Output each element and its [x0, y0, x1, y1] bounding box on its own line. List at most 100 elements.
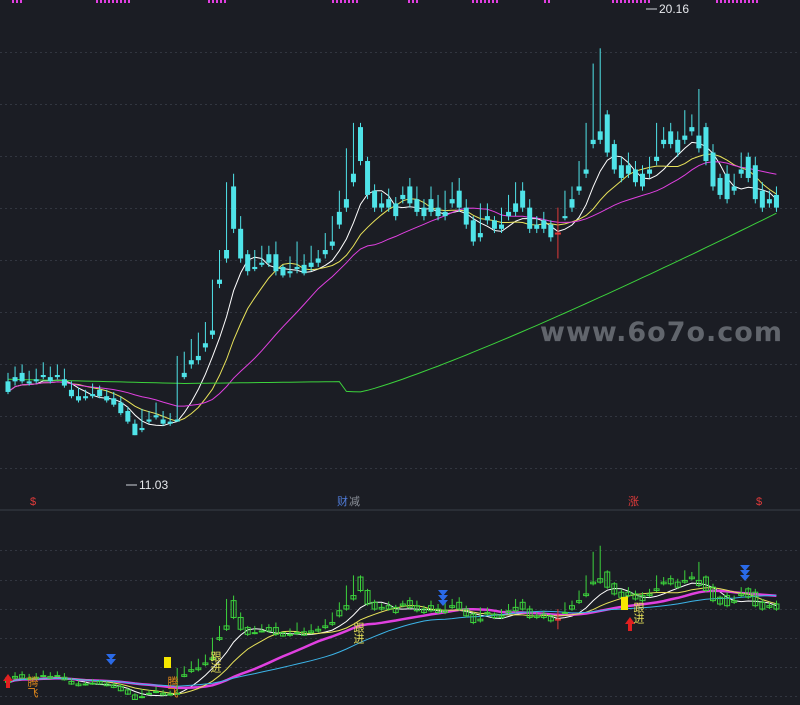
candle-body	[611, 144, 617, 170]
top-tick	[352, 0, 354, 3]
candle-body	[195, 355, 201, 361]
top-tick	[748, 0, 750, 3]
top-tick	[356, 0, 358, 3]
top-tick	[624, 0, 626, 3]
candle-body	[506, 211, 512, 217]
watermark: www.6o7o.com	[540, 317, 783, 348]
top-tick	[408, 0, 410, 3]
candle-body	[104, 396, 110, 401]
top-tick	[124, 0, 126, 3]
top-tick	[416, 0, 418, 3]
signal-label-genjin-2: 跟进	[352, 622, 365, 644]
candle-body	[696, 135, 702, 149]
candle-body	[484, 216, 490, 221]
top-tick	[736, 0, 738, 3]
candle-body	[47, 377, 53, 382]
candle-body	[379, 203, 385, 208]
candle-body	[83, 396, 89, 399]
top-tick	[108, 0, 110, 3]
high-price-label: 20.16	[659, 2, 689, 16]
candle-body	[308, 262, 314, 267]
top-tick	[716, 0, 718, 3]
top-tick	[116, 0, 118, 3]
candle-body	[33, 379, 39, 382]
signal-label-tengfei-1: 腾飞	[26, 675, 39, 698]
candle-body	[569, 199, 575, 208]
signal-label-tengfei-2: 腾飞	[166, 675, 179, 698]
candle-body	[597, 131, 603, 140]
top-tick	[96, 0, 98, 3]
top-tick	[740, 0, 742, 3]
candle-body	[358, 127, 363, 162]
up-arrow-1	[3, 674, 13, 688]
indicator-candles	[5, 545, 780, 700]
top-tick	[100, 0, 102, 3]
candle-body	[343, 199, 349, 208]
top-tick	[412, 0, 414, 3]
down-arrow-1	[106, 654, 116, 665]
candle-body	[456, 190, 462, 208]
candle-body	[90, 394, 96, 397]
candle-body	[26, 381, 32, 384]
candle-body	[350, 173, 356, 183]
candle-body	[5, 381, 11, 392]
candle-body	[393, 203, 399, 217]
top-tick	[632, 0, 634, 3]
main-signal-markers: $ 财 减 涨 $	[30, 494, 762, 508]
top-tick	[756, 0, 758, 3]
candle-body	[231, 186, 237, 229]
top-tick	[128, 0, 130, 3]
candle-body	[541, 220, 547, 229]
candle-body	[386, 199, 392, 208]
candle-body	[301, 264, 307, 274]
candle-body	[167, 421, 173, 424]
indicator-gridlines	[0, 550, 800, 697]
top-tick	[16, 0, 18, 3]
indicator-candle-body	[146, 692, 152, 695]
top-tick	[752, 0, 754, 3]
top-tick	[344, 0, 346, 3]
candle-body	[554, 232, 561, 235]
candle-body	[738, 169, 744, 174]
candle-body	[372, 190, 378, 208]
stock-chart: 20.16 11.03 $ 财 减 涨 $ 腾飞 腾飞 跟进 跟进 跟进 www…	[0, 0, 800, 705]
candle-body	[661, 139, 667, 145]
candle-body	[146, 419, 152, 422]
candle-body	[491, 220, 497, 229]
top-tick	[636, 0, 638, 3]
candle-body	[76, 396, 81, 401]
candle-body	[499, 224, 504, 229]
candle-body	[111, 398, 117, 405]
top-tick	[648, 0, 650, 3]
signal-highlight-2	[621, 597, 628, 610]
indicator-candle-body	[258, 630, 265, 633]
top-tick	[640, 0, 642, 3]
candle-body	[548, 224, 554, 238]
candle-body	[745, 156, 751, 178]
candle-body	[280, 266, 286, 276]
candle-body	[174, 419, 180, 422]
candle-body	[40, 375, 46, 378]
signal-highlight-1	[164, 657, 171, 668]
top-tick	[616, 0, 618, 3]
indicator-line-1	[7, 589, 777, 690]
candle-body	[153, 415, 159, 418]
candle-body	[724, 173, 730, 200]
candle-body	[590, 139, 596, 145]
candle-body	[252, 266, 258, 270]
candle-body	[477, 233, 483, 238]
candle-body	[68, 389, 74, 397]
candle-body	[625, 165, 631, 174]
candle-body	[689, 127, 695, 132]
marker-jian: 减	[349, 495, 360, 508]
candle-body	[139, 427, 145, 431]
indicator-candle-body	[54, 675, 61, 678]
candle-body	[682, 135, 688, 140]
candle-body	[217, 279, 222, 284]
main-annotations: 20.16 11.03	[126, 2, 689, 492]
indicator-line-2	[7, 587, 777, 695]
indicator-candle-body	[294, 632, 301, 635]
candle-body	[668, 131, 674, 145]
candle-body	[54, 375, 60, 378]
top-tick	[12, 0, 14, 3]
